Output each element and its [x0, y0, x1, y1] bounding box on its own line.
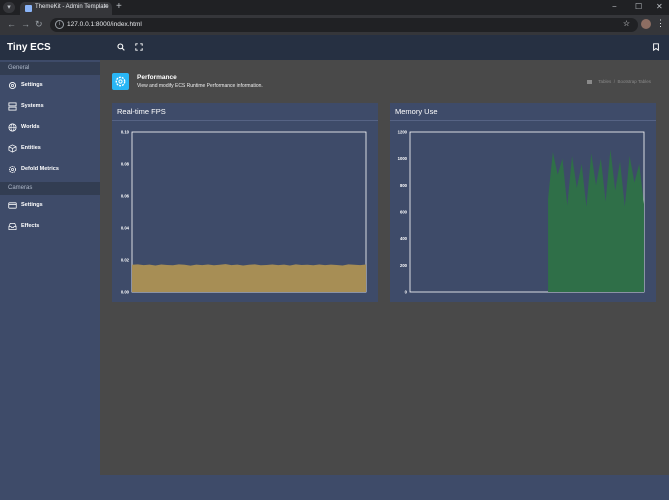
forward-icon[interactable]: →	[21, 19, 30, 29]
new-tab-button[interactable]: +	[116, 1, 122, 12]
sidebar-item-label: Settings	[21, 202, 43, 208]
minimize-icon[interactable]: −	[612, 2, 617, 11]
tab-title: ThemeKit - Admin Template	[35, 4, 109, 10]
memory-card: Memory Use 1200 1000 800 600 400 200 0	[390, 103, 656, 302]
memory-y-tick-label: 0	[405, 290, 408, 295]
sidebar-item-effects[interactable]: Effects	[0, 217, 100, 237]
section-header-general: General	[0, 62, 100, 75]
maximize-icon[interactable]: ☐	[635, 2, 642, 11]
fullscreen-icon[interactable]	[135, 43, 143, 51]
breadcrumb-separator: /	[612, 79, 617, 84]
address-bar[interactable]: i 127.0.0.1:8000/index.html ☆	[50, 18, 638, 32]
home-icon[interactable]	[587, 79, 593, 84]
address-url[interactable]: 127.0.0.1:8000/index.html	[67, 21, 142, 28]
browser-tab[interactable]: ThemeKit - Admin Template ×	[20, 2, 112, 15]
section-header-cameras: Cameras	[0, 182, 100, 195]
site-info-icon[interactable]: i	[55, 20, 64, 29]
main-content: Performance View and modify ECS Runtime …	[100, 35, 669, 500]
memory-y-tick-label: 600	[400, 210, 408, 215]
back-icon[interactable]: ←	[7, 19, 16, 29]
breadcrumb: Tables / Bootstrap Tables	[587, 79, 651, 84]
page-subtitle: View and modify ECS Runtime Performance …	[137, 83, 263, 89]
sidebar-item-label: Entities	[21, 145, 41, 151]
cog-icon	[8, 165, 17, 174]
sidebar-item-camera-settings[interactable]: Settings	[0, 196, 100, 216]
bookmark-icon[interactable]	[652, 43, 660, 51]
search-icon[interactable]	[117, 43, 125, 51]
browser-tab-bar: ▾ ThemeKit - Admin Template × + − ☐ ✕	[0, 0, 669, 15]
breadcrumb-item[interactable]: Tables	[598, 79, 611, 84]
memory-chart: 1200 1000 800 600 400 200 0	[398, 130, 645, 295]
sidebar-item-label: Worlds	[21, 124, 40, 130]
memory-series-area	[548, 149, 644, 292]
fps-y-tick-label: 0.10	[121, 130, 130, 135]
breadcrumb-item: Bootstrap Tables	[617, 79, 651, 84]
page-icon	[112, 73, 129, 90]
server-icon	[8, 102, 17, 111]
sidebar-item-defold-metrics[interactable]: Defold Metrics	[0, 160, 100, 180]
cube-icon	[8, 144, 17, 153]
fps-card: Real-time FPS 0.10 0.08 0.06 0.04 0.02 0.00	[112, 103, 378, 302]
bookmark-star-icon[interactable]: ☆	[623, 19, 630, 28]
memory-y-tick-label: 1200	[398, 130, 408, 135]
settings-icon	[115, 76, 126, 87]
app: Tiny ECS General Settings Systems Worlds…	[0, 35, 669, 500]
tab-close-icon[interactable]: ×	[104, 3, 108, 10]
sidebar-item-settings[interactable]: Settings	[0, 76, 100, 96]
fps-y-tick-label: 0.08	[121, 162, 130, 167]
memory-y-tick-label: 1000	[398, 156, 408, 161]
browser-menu-icon[interactable]: ⋮	[656, 18, 665, 29]
brand-title[interactable]: Tiny ECS	[7, 42, 51, 53]
credit-card-icon	[8, 202, 17, 209]
sidebar-item-label: Settings	[21, 82, 43, 88]
section-title: General	[8, 65, 30, 71]
footer	[100, 475, 669, 500]
fps-y-tick-label: 0.02	[121, 258, 130, 263]
inbox-icon	[8, 222, 17, 231]
profile-avatar[interactable]	[641, 19, 651, 29]
gear-icon	[8, 81, 17, 90]
globe-icon	[8, 123, 17, 132]
favicon-icon	[25, 5, 32, 12]
memory-y-tick-label: 400	[400, 236, 408, 241]
sidebar-item-worlds[interactable]: Worlds	[0, 118, 100, 138]
memory-y-tick-label: 800	[400, 183, 408, 188]
fps-y-tick-label: 0.06	[121, 194, 130, 199]
sidebar-item-entities[interactable]: Entities	[0, 139, 100, 159]
sidebar-item-label: Effects	[21, 223, 40, 229]
reload-icon[interactable]: ↻	[35, 19, 43, 30]
memory-y-tick-label: 200	[400, 263, 408, 268]
tab-search-button[interactable]: ▾	[3, 2, 15, 13]
page-header: Performance View and modify ECS Runtime …	[112, 73, 657, 91]
topbar	[100, 35, 669, 60]
fps-chart: 0.10 0.08 0.06 0.04 0.02 0.00	[121, 130, 367, 295]
fps-y-tick-label: 0.04	[121, 226, 130, 231]
sidebar: Tiny ECS General Settings Systems Worlds…	[0, 35, 100, 500]
sidebar-item-label: Systems	[21, 103, 44, 109]
brand: Tiny ECS	[0, 35, 100, 60]
close-window-icon[interactable]: ✕	[656, 2, 663, 11]
page-title: Performance	[137, 74, 177, 81]
sidebar-item-systems[interactable]: Systems	[0, 97, 100, 117]
fps-series-area	[132, 264, 366, 292]
browser-toolbar: ← → ↻ i 127.0.0.1:8000/index.html ☆ ⋮	[0, 15, 669, 35]
sidebar-item-label: Defold Metrics	[21, 166, 59, 172]
fps-y-tick-label: 0.00	[121, 290, 130, 295]
section-title: Cameras	[8, 185, 33, 191]
